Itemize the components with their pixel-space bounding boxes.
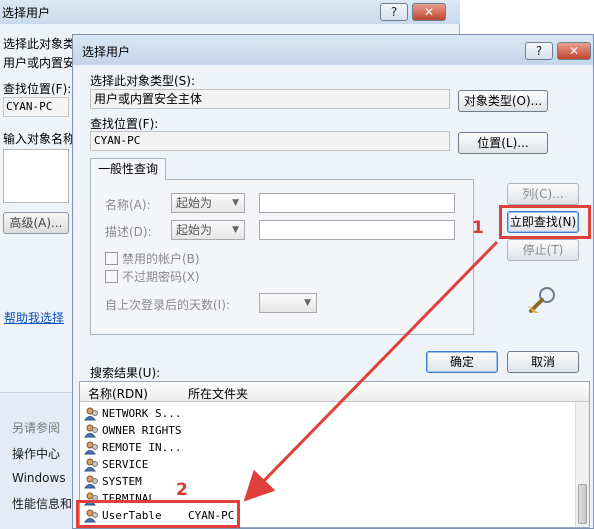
description-match-combo[interactable]: 起始为 ▼ xyxy=(171,220,245,240)
description-label: 描述(D): xyxy=(105,225,152,239)
cancel-button[interactable]: 取消 xyxy=(507,351,579,373)
annotation-step-1: 1 xyxy=(472,218,484,238)
name-input[interactable] xyxy=(259,193,455,213)
name-match-combo[interactable]: 起始为 ▼ xyxy=(171,193,245,213)
background-enter-names-label: 输入对象名称 xyxy=(3,132,76,146)
background-title: 选择用户 xyxy=(2,6,51,20)
background-names-input[interactable] xyxy=(3,149,69,203)
row-name: NETWORK S... xyxy=(102,407,182,420)
location-field: CYAN-PC xyxy=(90,131,450,151)
see-also-heading: 另请参阅 xyxy=(12,421,61,435)
control-panel-sidebar: 另请参阅 操作中心 Windows 性能信息和 xyxy=(0,392,72,529)
user-icon xyxy=(84,475,98,489)
sidebar-link-action-center[interactable]: 操作中心 xyxy=(12,445,60,462)
dialog-titlebar: 选择用户 ? ✕ xyxy=(73,35,593,65)
user-icon xyxy=(84,458,98,472)
background-object-type-label: 选择此对象类 xyxy=(3,37,76,51)
background-close-button[interactable]: ✕ xyxy=(412,3,446,21)
annotation-step-2: 2 xyxy=(176,480,188,500)
background-object-type-value: 用户或内置安 xyxy=(3,56,76,70)
table-row[interactable]: SYSTEM xyxy=(84,474,564,491)
object-types-button[interactable]: 对象类型(O)... xyxy=(458,90,548,112)
row-name: OWNER RIGHTS xyxy=(102,424,182,437)
dialog-title: 选择用户 xyxy=(82,45,131,59)
chevron-down-icon: ▼ xyxy=(304,298,311,308)
row-name: SERVICE xyxy=(102,458,149,471)
location-label: 查找位置(F): xyxy=(90,117,159,131)
table-row[interactable]: OWNER RIGHTS xyxy=(84,423,564,440)
results-header: 名称(RDN) 所在文件夹 xyxy=(80,382,589,402)
general-query-panel: 名称(A): 起始为 ▼ 描述(D): 起始为 ▼ 禁用的帐户(B) 不过期密码… xyxy=(90,179,474,335)
days-since-logon-combo[interactable]: ▼ xyxy=(259,293,317,313)
non-expiring-password-label: 不过期密码(X) xyxy=(122,270,200,284)
search-magnifier-icon xyxy=(527,287,555,313)
table-row[interactable]: REMOTE IN... xyxy=(84,440,564,457)
column-header-name[interactable]: 名称(RDN) xyxy=(88,385,148,402)
object-type-field: 用户或内置安全主体 xyxy=(90,89,450,109)
background-location-label: 查找位置(F): xyxy=(3,82,72,96)
annotation-box-find-now xyxy=(499,205,591,239)
annotation-box-result xyxy=(76,500,240,528)
background-titlebar: 选择用户 ? ✕ xyxy=(0,0,460,24)
locations-button[interactable]: 位置(L)... xyxy=(458,132,548,154)
close-button[interactable]: ✕ xyxy=(557,42,591,60)
background-location-field: CYAN-PC xyxy=(3,97,69,117)
user-icon xyxy=(84,407,98,421)
row-name: SYSTEM xyxy=(102,475,142,488)
background-help-button[interactable]: ? xyxy=(380,3,408,21)
user-icon xyxy=(84,424,98,438)
column-header-folder[interactable]: 所在文件夹 xyxy=(188,385,248,402)
chevron-down-icon: ▼ xyxy=(232,225,239,235)
name-match-value: 起始为 xyxy=(176,196,213,210)
search-results-label: 搜索结果(U): xyxy=(90,366,161,380)
days-since-logon-label: 自上次登录后的天数(I): xyxy=(105,298,230,312)
table-row[interactable]: NETWORK S... xyxy=(84,406,564,423)
description-match-value: 起始为 xyxy=(176,223,213,237)
disabled-accounts-label: 禁用的帐户(B) xyxy=(122,252,200,266)
row-name: REMOTE IN... xyxy=(102,441,182,454)
sidebar-link-performance[interactable]: 性能信息和 xyxy=(12,495,72,512)
help-button[interactable]: ? xyxy=(525,42,553,60)
ok-button[interactable]: 确定 xyxy=(426,351,498,373)
sidebar-link-windows[interactable]: Windows xyxy=(12,471,66,485)
stop-button[interactable]: 停止(T) xyxy=(507,239,579,261)
scrollbar-thumb[interactable] xyxy=(578,484,587,524)
description-input[interactable] xyxy=(259,220,455,240)
chevron-down-icon: ▼ xyxy=(232,198,239,208)
columns-button[interactable]: 列(C)... xyxy=(507,183,579,205)
non-expiring-password-checkbox[interactable] xyxy=(105,270,118,283)
object-type-label: 选择此对象类型(S): xyxy=(90,74,196,88)
select-users-dialog: 选择用户 ? ✕ 选择此对象类型(S): 用户或内置安全主体 对象类型(O)..… xyxy=(72,34,594,529)
background-advanced-button[interactable]: 高级(A)... xyxy=(3,212,69,234)
table-row[interactable]: SERVICE xyxy=(84,457,564,474)
user-icon xyxy=(84,441,98,455)
tab-general-query[interactable]: 一般性查询 xyxy=(90,158,166,180)
name-label: 名称(A): xyxy=(105,198,151,212)
results-scrollbar[interactable] xyxy=(575,402,589,527)
disabled-accounts-checkbox[interactable] xyxy=(105,252,118,265)
help-me-choose-link[interactable]: 帮助我选择 xyxy=(4,309,64,326)
